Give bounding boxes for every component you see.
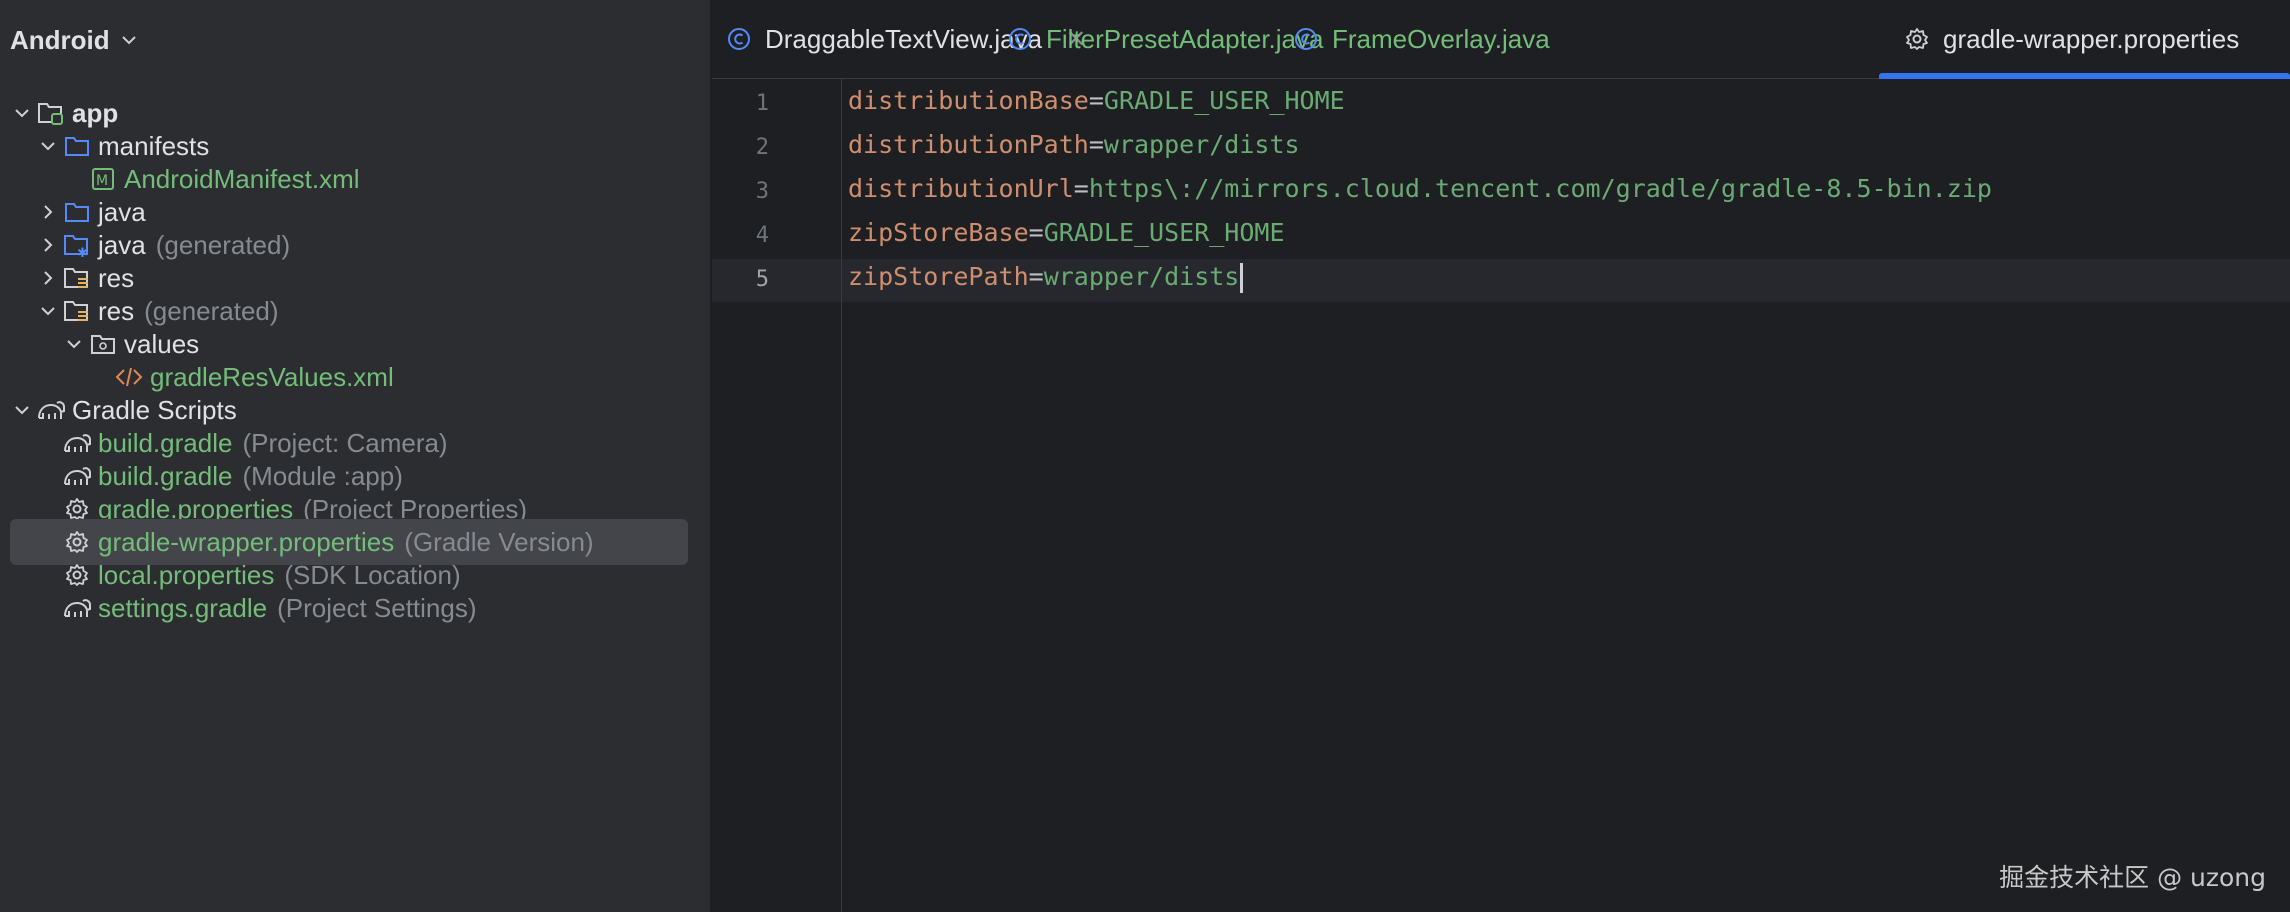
property-separator: = (1088, 130, 1104, 159)
code-line[interactable]: zipStorePath=wrapper/dists (848, 255, 1244, 298)
property-separator: = (1088, 86, 1104, 115)
editor-tab[interactable]: FilterPresetAdapter.java (1008, 0, 1323, 78)
chevron-down-icon[interactable] (64, 334, 84, 354)
gear-icon (1905, 27, 1929, 51)
chevron-right-icon[interactable] (38, 202, 58, 222)
property-value: https\://mirrors.cloud.tencent.com/gradl… (1088, 174, 1992, 203)
property-separator: = (1028, 262, 1044, 291)
property-value: GRADLE_USER_HOME (1043, 218, 1285, 247)
project-view-selector[interactable]: Android (10, 20, 138, 60)
property-key: zipStoreBase (848, 218, 1029, 247)
chevron-right-icon[interactable] (38, 235, 58, 255)
chevron-right-icon[interactable] (38, 268, 58, 288)
project-panel: Android app manifests M AndroidManifest.xml… (0, 0, 711, 912)
gradle-elephant-icon (62, 593, 92, 623)
code-line[interactable]: distributionPath=wrapper/dists (848, 123, 1300, 166)
property-separator: = (1028, 218, 1044, 247)
chevron-down-icon[interactable] (38, 301, 58, 321)
property-key: distributionPath (848, 130, 1089, 159)
chevron-down-icon[interactable] (12, 400, 32, 420)
editor-tab-label: DraggableTextView.java (765, 23, 1043, 54)
active-tab-indicator (1879, 73, 2290, 79)
editor-area: DraggableTextView.java ✕ FilterPresetAdapt… (712, 0, 2290, 912)
property-key: distributionBase (848, 86, 1089, 115)
code-line[interactable]: zipStoreBase=GRADLE_USER_HOME (848, 211, 1285, 254)
chevron-down-icon (121, 36, 136, 45)
line-number: 1 (755, 91, 769, 116)
tree-item[interactable]: settings.gradle (Project Settings) (10, 585, 688, 631)
text-caret (1240, 263, 1244, 293)
editor-tab-label: gradle-wrapper.properties (1943, 23, 2240, 54)
chevron-down-icon[interactable] (12, 103, 32, 123)
editor-tab-bar: DraggableTextView.java ✕ FilterPresetAdapt… (712, 0, 2290, 79)
property-value: GRADLE_USER_HOME (1103, 86, 1345, 115)
editor-tab[interactable]: gradle-wrapper.properties (1905, 0, 2239, 78)
property-value: wrapper/dists (1043, 262, 1240, 291)
line-number: 2 (755, 135, 769, 160)
java-class-icon (727, 27, 751, 51)
tree-item-label: settings.gradle (98, 592, 268, 623)
java-class-icon (1294, 27, 1318, 51)
line-number-gutter[interactable]: 1 2 3 4 5 (712, 79, 842, 912)
java-class-icon (1008, 27, 1032, 51)
chevron-down-icon[interactable] (38, 136, 58, 156)
property-separator: = (1073, 174, 1089, 203)
editor-tab[interactable]: FrameOverlay.java (1294, 0, 1550, 78)
tree-item-text: settings.gradle (Project Settings) (98, 593, 477, 624)
property-key: zipStorePath (848, 262, 1029, 291)
code-line[interactable]: distributionBase=GRADLE_USER_HOME (848, 79, 1345, 122)
line-number: 5 (755, 267, 769, 292)
watermark: 掘金技术社区 @ uzong (1999, 863, 2266, 892)
property-value: wrapper/dists (1103, 130, 1300, 159)
editor-tab-label: FilterPresetAdapter.java (1046, 23, 1324, 54)
line-number: 3 (755, 179, 769, 204)
line-number: 4 (755, 223, 769, 248)
property-key: distributionUrl (848, 174, 1074, 203)
svg-text:M: M (96, 173, 108, 189)
code-line[interactable]: distributionUrl=https\://mirrors.cloud.t… (848, 167, 1992, 210)
tree-item-hint: (Project Settings) (277, 592, 477, 623)
project-view-title: Android (10, 24, 110, 55)
editor-tab-label: FrameOverlay.java (1332, 23, 1550, 54)
